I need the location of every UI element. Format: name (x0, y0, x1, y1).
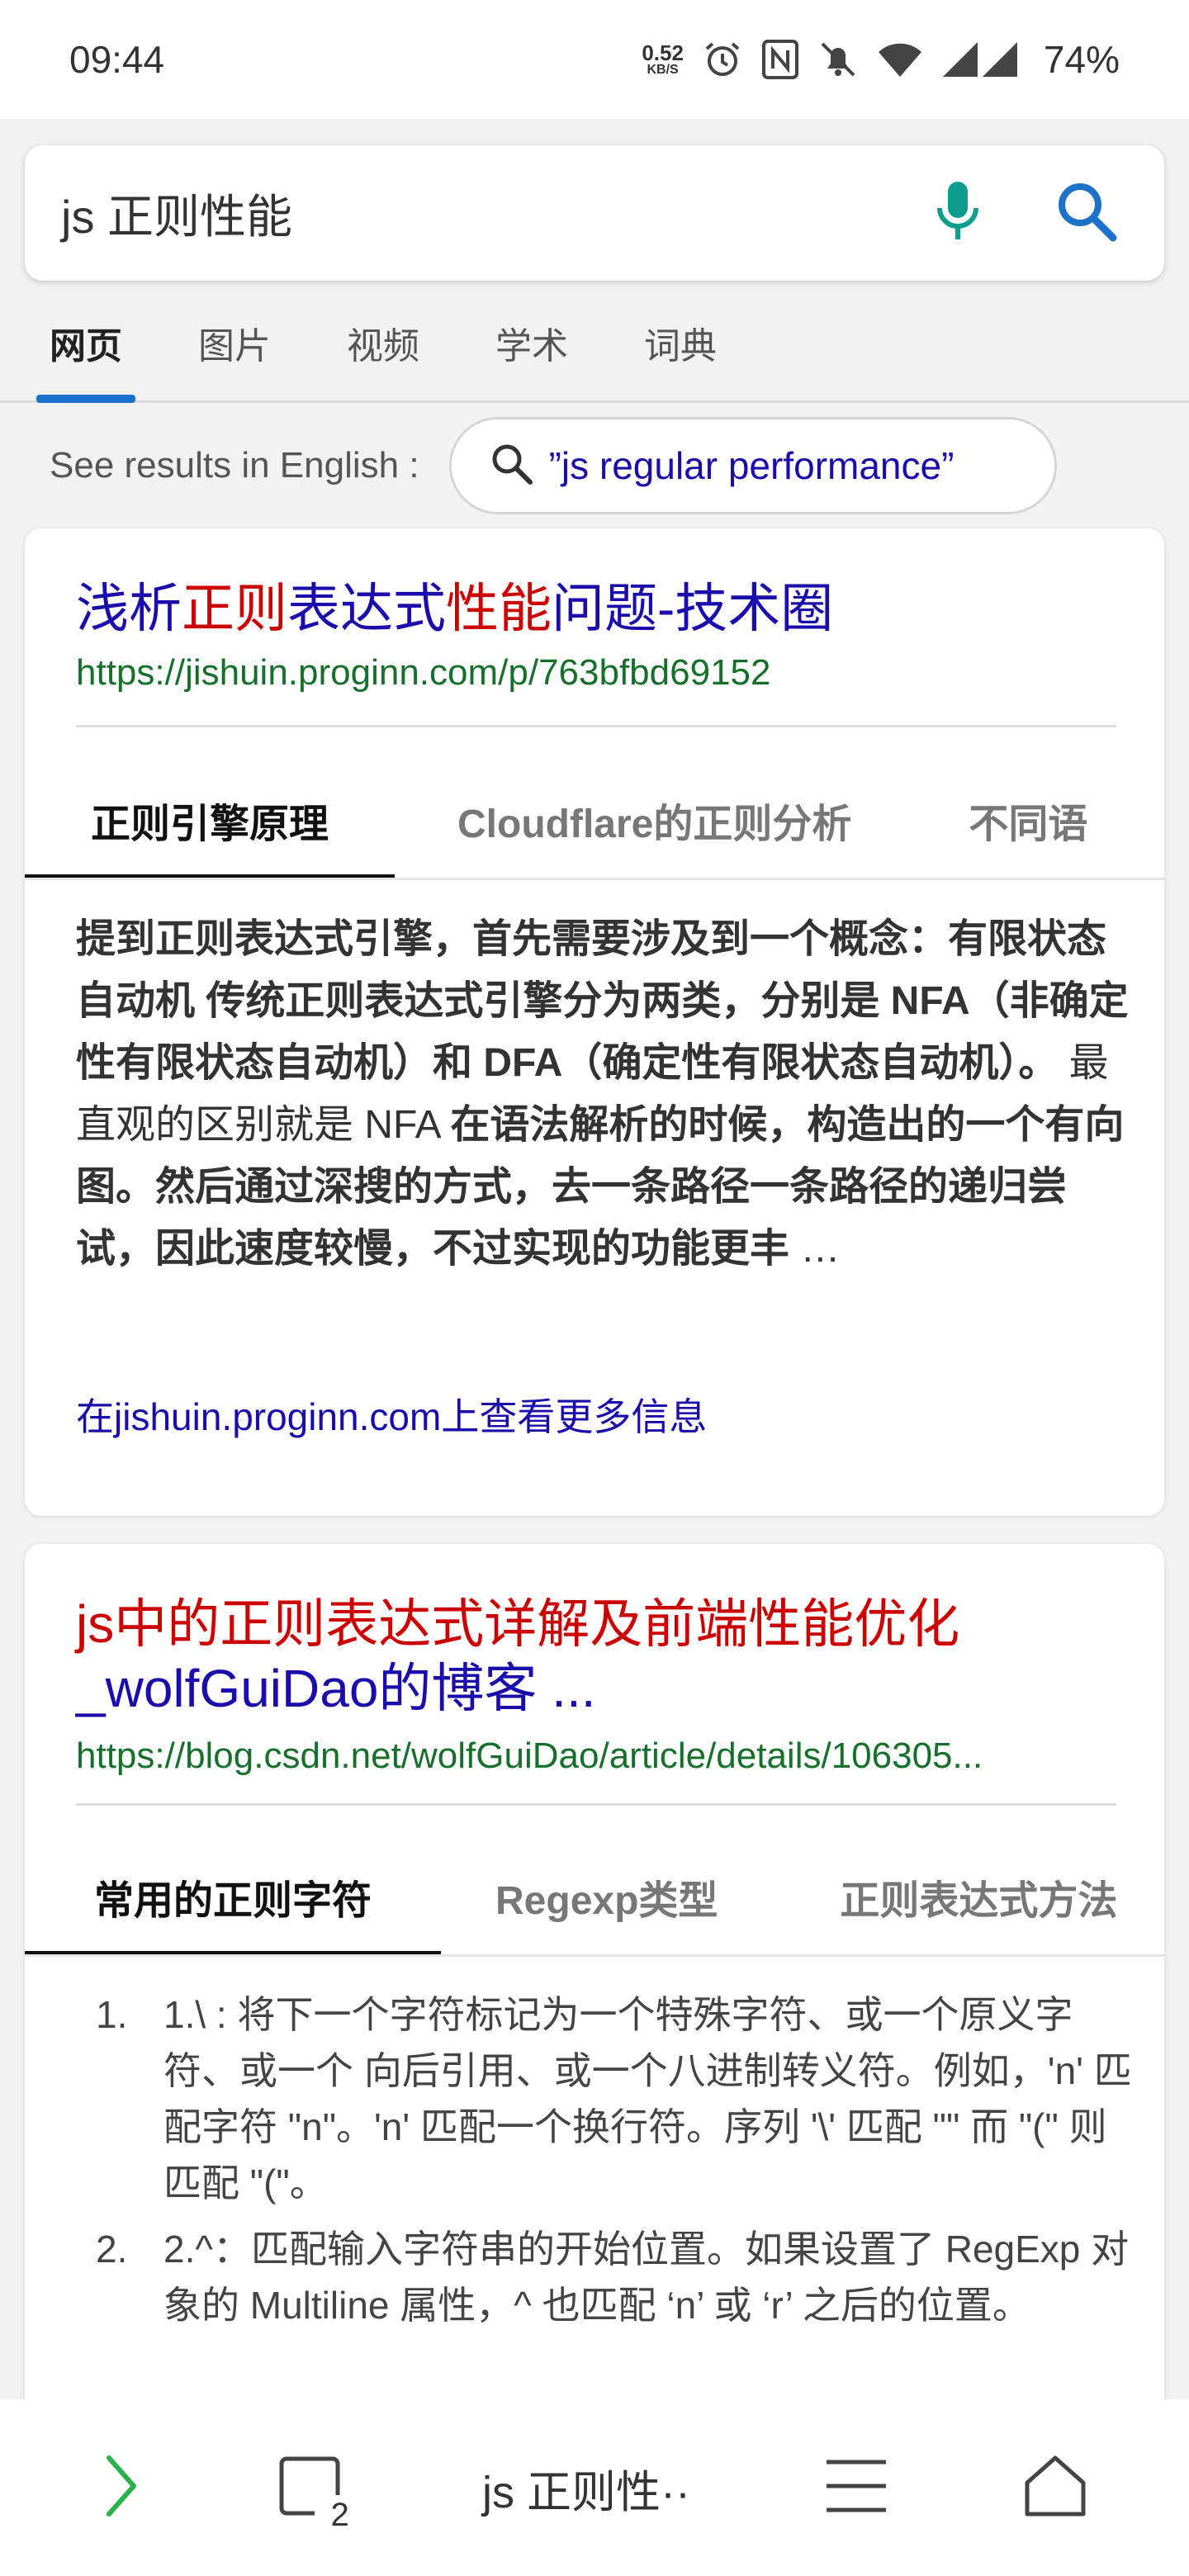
title-part: 表达式 (287, 579, 446, 638)
voice-search-button[interactable] (917, 172, 999, 254)
status-bar: 09:44 0.52 KB/S 74% (0, 0, 1189, 119)
tab-dictionary[interactable]: 词典 (644, 297, 717, 403)
section-tab[interactable]: 不同语 (904, 781, 1140, 878)
section-tab[interactable]: Cloudflare的正则分析 (395, 781, 904, 878)
list-item-number: 2. (96, 2228, 128, 2271)
network-speed-unit: KB/S (647, 63, 679, 77)
list-item-number: 1. (96, 1993, 128, 2036)
tab-web[interactable]: 网页 (36, 297, 135, 403)
tab-images[interactable]: 图片 (198, 297, 271, 403)
card-divider (76, 1803, 1116, 1806)
title-highlight: 性能 (446, 579, 552, 638)
title-part: _wolfGuiDao的博客 ... (76, 1659, 596, 1718)
nfc-icon (761, 39, 799, 80)
list-item-text: 2.^：匹配输入字符串的开始位置。如果设置了 RegExp 对象的 Multil… (163, 2228, 1130, 2327)
mute-icon (817, 39, 859, 80)
home-icon (1022, 2453, 1088, 2523)
result-title-link[interactable]: js中的正则表达式详解及前端性能优化 _wolfGuiDao的博客 ... (76, 1592, 1116, 1721)
title-highlight: 正则 (182, 579, 287, 638)
alarm-icon (702, 39, 743, 80)
result-url[interactable]: https://jishuin.proginn.com/p/763bfbd691… (76, 652, 1141, 694)
wifi-icon (877, 39, 923, 80)
forward-icon (101, 2453, 142, 2523)
result-section-tabs: 正则引擎原理 Cloudflare的正则分析 不同语 (25, 781, 1164, 880)
english-suggestion-text: ”js regular performance” (548, 444, 955, 487)
menu-button[interactable] (825, 2438, 888, 2537)
tabs-icon: 2 (277, 2452, 353, 2533)
network-speed-value: 0.52 (642, 40, 684, 65)
english-suggestion-chip[interactable]: ”js regular performance” (448, 417, 1057, 514)
title-part: 问题-技术圈 (552, 579, 834, 638)
search-category-tabs: 网页 图片 视频 学术 词典 (0, 297, 1189, 403)
card-divider (76, 725, 1116, 727)
tab-count: 2 (327, 2497, 353, 2533)
section-tab[interactable]: 常用的正则字符 (25, 1858, 442, 1954)
battery-level: 74% (1043, 38, 1120, 81)
snippet-normal: … (789, 1227, 841, 1271)
search-result-card: 浅析正则表达式性能问题-技术圈 https://jishuin.proginn.… (25, 528, 1164, 1516)
english-results-row: See results in English : ”js regular per… (50, 416, 1057, 515)
search-input[interactable]: js 正则性能 (61, 180, 917, 247)
result-url[interactable]: https://blog.csdn.net/wolfGuiDao/article… (76, 1735, 1141, 1777)
section-tab[interactable]: 正则引擎原理 (25, 781, 396, 878)
address-bar-button[interactable]: js 正则性·· (482, 2438, 690, 2537)
search-icon (490, 442, 534, 490)
list-item: 1. 1.\ : 将下一个字符标记为一个特殊字符、或一个原义字符、或一个 向后引… (96, 1986, 1144, 2211)
forward-button[interactable] (101, 2438, 142, 2537)
list-item: 2. 2.^：匹配输入字符串的开始位置。如果设置了 RegExp 对象的 Mul… (96, 2221, 1144, 2333)
title-part: 浅析 (76, 579, 182, 638)
result-section-tabs: 常用的正则字符 Regexp类型 正则表达式方法 (25, 1858, 1164, 1957)
browser-bottom-bar: 2 js 正则性·· (0, 2399, 1189, 2576)
title-highlight: js中的正则表达式详解及前端性能优化 (76, 1594, 960, 1654)
signal-icon (941, 39, 1021, 80)
mic-icon (933, 178, 983, 249)
search-button[interactable] (1045, 172, 1128, 254)
section-tab[interactable]: 正则表达式方法 (770, 1858, 1164, 1954)
tabs-button[interactable]: 2 (277, 2438, 353, 2537)
menu-icon (825, 2457, 888, 2519)
result-snippet: 提到正则表达式引擎，首先需要涉及到一个概念：有限状态自动机 传统正则表达式引擎分… (76, 908, 1141, 1280)
network-speed: 0.52 KB/S (642, 42, 684, 77)
search-icon (1054, 178, 1120, 249)
more-info-link[interactable]: 在jishuin.proginn.com上查看更多信息 (76, 1387, 707, 1442)
tab-academic[interactable]: 学术 (495, 297, 568, 403)
tab-videos[interactable]: 视频 (347, 297, 419, 403)
search-bar: js 正则性能 (25, 145, 1164, 281)
result-title-link[interactable]: 浅析正则表达式性能问题-技术圈 (76, 576, 1116, 641)
section-tab[interactable]: Regexp类型 (441, 1858, 770, 1954)
home-button[interactable] (1022, 2438, 1088, 2537)
snippet-bold: 提到正则表达式引擎，首先需要涉及到一个概念：有限状态自动机 传统正则表达式引擎分… (76, 917, 1129, 1085)
list-item-text: 1.\ : 将下一个字符标记为一个特殊字符、或一个原义字符、或一个 向后引用、或… (163, 1993, 1132, 2204)
result-list: 1. 1.\ : 将下一个字符标记为一个特殊字符、或一个原义字符、或一个 向后引… (96, 1986, 1144, 2343)
status-time: 09:44 (69, 38, 165, 81)
english-results-label: See results in English : (50, 445, 419, 485)
status-icons: 0.52 KB/S 74% (642, 37, 1120, 82)
page-title: js 正则性·· (482, 2467, 690, 2517)
